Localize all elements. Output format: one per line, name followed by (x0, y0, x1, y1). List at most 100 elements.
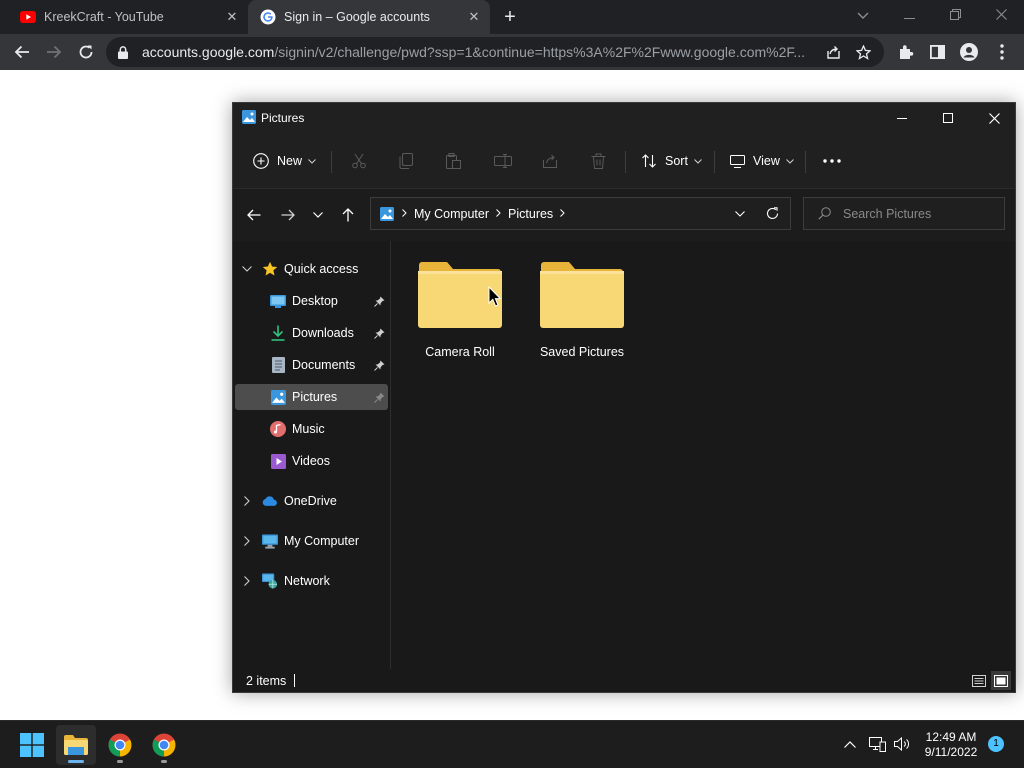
profile-avatar-icon[interactable] (954, 37, 984, 67)
tab-youtube[interactable]: KreekCraft - YouTube ✕ (8, 0, 248, 34)
new-tab-button[interactable]: + (498, 4, 522, 30)
clock[interactable]: 12:49 AM 9/11/2022 (916, 730, 986, 760)
paste-button[interactable] (445, 147, 461, 175)
close-window-icon[interactable] (978, 0, 1024, 34)
nav-desktop[interactable]: Desktop (235, 288, 388, 314)
nav-downloads[interactable]: Downloads (235, 320, 388, 346)
chrome-taskbar-button[interactable] (100, 725, 140, 765)
chevron-right-icon[interactable] (241, 536, 253, 546)
tab-title: KreekCraft - YouTube (44, 10, 164, 24)
network-icon[interactable] (866, 733, 888, 755)
up-button[interactable] (336, 203, 360, 227)
breadcrumb-separator-icon[interactable] (496, 208, 501, 220)
refresh-icon[interactable] (766, 207, 779, 220)
pin-icon[interactable] (373, 296, 385, 307)
lock-icon[interactable] (118, 45, 130, 59)
explorer-titlebar[interactable]: Pictures (233, 103, 1015, 133)
divider (625, 151, 626, 173)
document-icon (270, 357, 286, 373)
minimize-icon[interactable] (886, 0, 932, 34)
nav-label: My Computer (284, 534, 360, 548)
nav-documents[interactable]: Documents (235, 352, 388, 378)
pin-icon[interactable] (373, 392, 385, 403)
sort-button[interactable]: Sort (641, 147, 702, 175)
rename-button[interactable] (494, 147, 512, 175)
close-icon[interactable] (971, 103, 1017, 133)
share-button[interactable] (542, 147, 558, 175)
show-hidden-icons-chevron-up-icon[interactable] (839, 733, 861, 755)
navigation-bar: My Computer Pictures Search Pictures (233, 189, 1015, 241)
nav-label: Desktop (292, 294, 338, 308)
divider (714, 151, 715, 173)
back-button[interactable] (7, 37, 37, 67)
address-bar[interactable]: accounts.google.com/signin/v2/challenge/… (106, 37, 884, 67)
nav-music[interactable]: Music (235, 416, 388, 442)
close-tab-icon[interactable]: ✕ (222, 9, 242, 25)
tab-search-icon[interactable] (840, 0, 886, 34)
share-icon[interactable] (818, 45, 848, 60)
more-options-button[interactable] (823, 147, 841, 175)
cut-button[interactable] (351, 147, 367, 175)
breadcrumb-separator-icon[interactable] (402, 208, 407, 220)
nav-pictures[interactable]: Pictures (235, 384, 388, 410)
delete-button[interactable] (591, 147, 606, 175)
nav-label: OneDrive (284, 494, 337, 508)
file-explorer-taskbar-button[interactable] (56, 725, 96, 765)
copy-button[interactable] (399, 147, 413, 175)
pin-icon[interactable] (373, 328, 385, 339)
nav-label: Quick access (284, 262, 359, 276)
folder-saved-pictures[interactable]: Saved Pictures (528, 261, 636, 371)
nav-my-computer[interactable]: My Computer (235, 528, 388, 554)
breadcrumb-pictures[interactable]: Pictures (508, 207, 553, 221)
volume-icon[interactable] (891, 733, 913, 755)
running-indicator (117, 760, 123, 763)
breadcrumb-separator-icon[interactable] (560, 208, 565, 220)
chevron-down-icon (694, 156, 702, 166)
bookmark-star-icon[interactable] (848, 44, 878, 60)
forward-button[interactable] (39, 37, 69, 67)
search-placeholder: Search Pictures (843, 206, 932, 221)
nav-onedrive[interactable]: OneDrive (235, 488, 388, 514)
recent-locations-chevron-icon[interactable] (306, 203, 330, 227)
close-tab-icon[interactable]: ✕ (464, 9, 484, 25)
mouse-cursor-icon (488, 286, 501, 307)
network-icon (262, 573, 278, 589)
maximize-icon[interactable] (925, 103, 971, 133)
nav-label: Documents (292, 358, 356, 372)
extensions-icon[interactable] (891, 37, 921, 67)
start-button[interactable] (12, 725, 52, 765)
notification-badge[interactable]: 1 (988, 736, 1004, 752)
folder-camera-roll[interactable]: Camera Roll (406, 261, 514, 371)
chevron-right-icon[interactable] (241, 576, 253, 586)
nav-videos[interactable]: Videos (235, 448, 388, 474)
details-view-button[interactable] (969, 671, 989, 690)
menu-kebab-icon[interactable] (987, 37, 1017, 67)
details-view-icon (972, 674, 986, 687)
back-button[interactable] (242, 203, 266, 227)
view-icon (730, 154, 745, 168)
pin-icon[interactable] (373, 360, 385, 371)
restore-icon[interactable] (932, 0, 978, 34)
music-icon (270, 421, 286, 437)
forward-button[interactable] (276, 203, 300, 227)
browser-tabstrip: KreekCraft - YouTube ✕ Sign in – Google … (0, 0, 1024, 34)
reload-button[interactable] (71, 37, 101, 67)
nav-network[interactable]: Network (235, 568, 388, 594)
chevron-right-icon[interactable] (241, 496, 253, 506)
search-input[interactable]: Search Pictures (803, 197, 1005, 230)
new-button[interactable]: New (253, 147, 316, 175)
nav-quick-access[interactable]: Quick access (235, 256, 388, 282)
youtube-icon (20, 9, 36, 25)
url-text[interactable]: accounts.google.com/signin/v2/challenge/… (142, 44, 818, 60)
chevron-down-icon[interactable] (241, 266, 253, 272)
view-button[interactable]: View (730, 147, 794, 175)
chrome-taskbar-button-2[interactable] (144, 725, 184, 765)
minimize-icon[interactable] (879, 103, 925, 133)
history-chevron-down-icon[interactable] (735, 210, 745, 217)
side-panel-icon[interactable] (922, 37, 952, 67)
large-icons-view-button[interactable] (991, 671, 1011, 690)
breadcrumb-my-computer[interactable]: My Computer (414, 207, 489, 221)
address-box[interactable]: My Computer Pictures (370, 197, 791, 230)
tab-google-signin[interactable]: Sign in – Google accounts ✕ (248, 0, 490, 34)
running-indicator (68, 760, 84, 763)
